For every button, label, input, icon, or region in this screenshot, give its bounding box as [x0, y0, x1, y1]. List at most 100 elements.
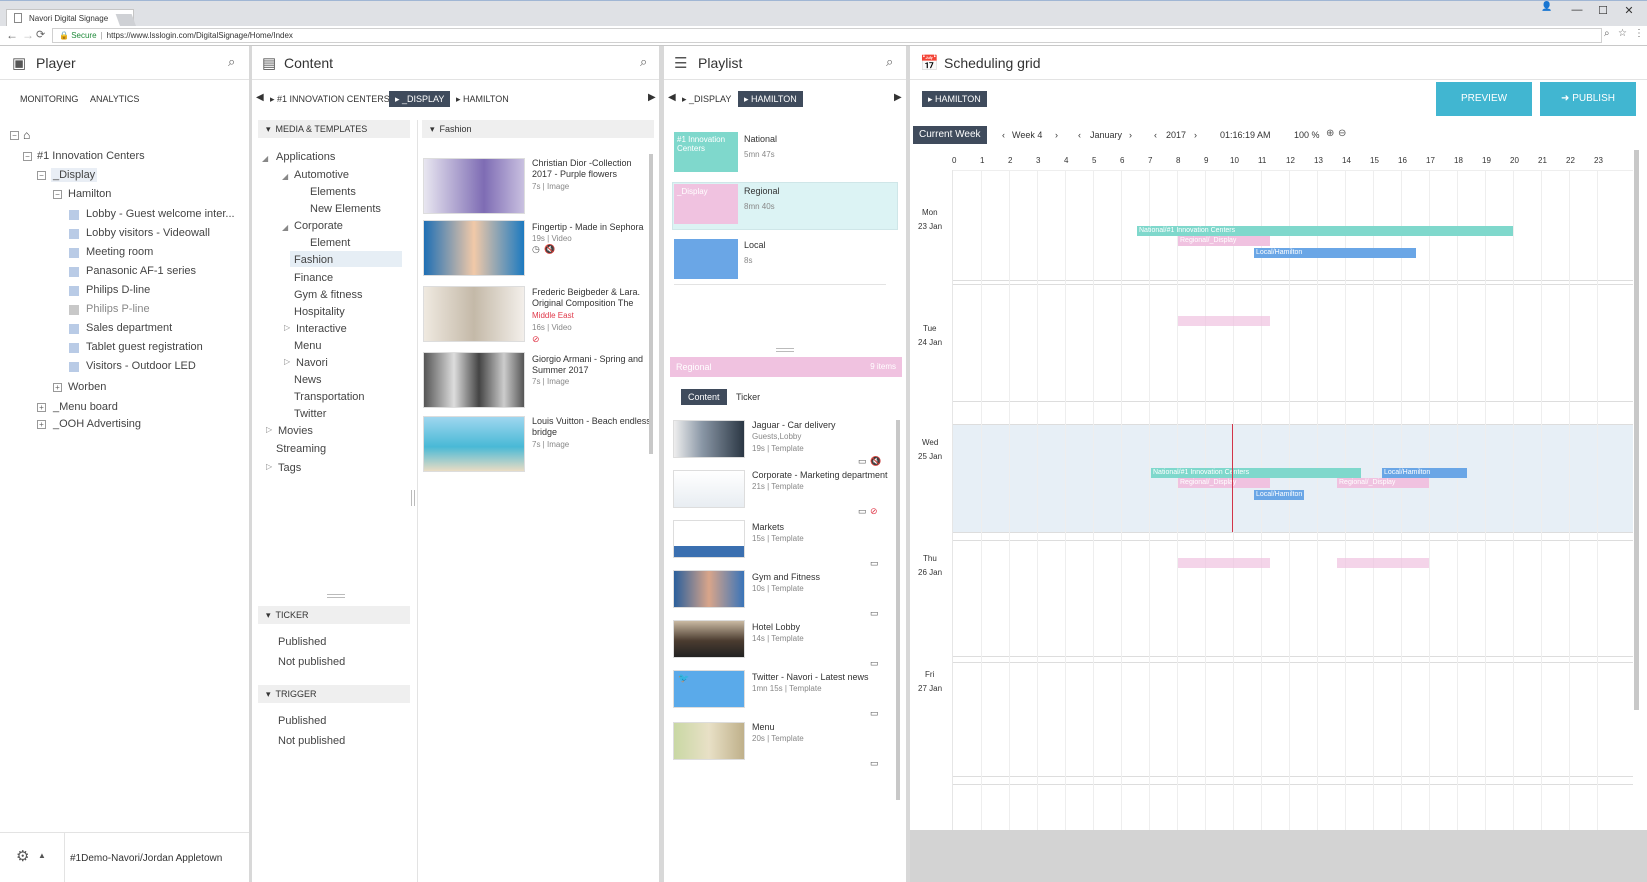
- tree-hamilton[interactable]: Hamilton: [68, 188, 111, 200]
- media-thumbnail[interactable]: [423, 416, 525, 472]
- breadcrumb-active[interactable]: ▸ HAMILTON: [738, 91, 803, 107]
- player-item[interactable]: Tablet guest registration: [86, 341, 203, 353]
- schedule-bar-regional[interactable]: Regional/_Display: [1178, 478, 1270, 488]
- tree-twitter[interactable]: Twitter: [294, 408, 326, 420]
- entry-name[interactable]: Corporate - Marketing department: [752, 470, 888, 480]
- ticker-header[interactable]: ▾ TICKER: [258, 606, 410, 624]
- tree-fashion[interactable]: Fashion: [294, 254, 333, 266]
- tree-worben[interactable]: Worben: [68, 381, 106, 393]
- breadcrumb-next-icon[interactable]: ▶: [648, 92, 656, 103]
- player-item[interactable]: Sales department: [86, 322, 172, 334]
- month-prev-icon[interactable]: ‹: [1078, 130, 1081, 140]
- entry-name[interactable]: Jaguar - Car delivery: [752, 420, 836, 430]
- menu-icon[interactable]: ⋮: [1634, 28, 1644, 39]
- reload-icon[interactable]: ⟳: [36, 28, 45, 41]
- week-next-icon[interactable]: ›: [1055, 130, 1058, 140]
- media-title[interactable]: Christian Dior -Collection: [532, 158, 632, 168]
- tab-monitoring[interactable]: MONITORING: [20, 94, 78, 104]
- search-icon[interactable]: ⌕: [228, 54, 235, 70]
- expand-toggle[interactable]: +: [53, 383, 62, 392]
- gear-icon[interactable]: ⚙: [16, 847, 29, 865]
- media-title[interactable]: Summer 2017: [532, 365, 589, 375]
- entry-name[interactable]: Markets: [752, 522, 784, 532]
- collapse-toggle[interactable]: −: [37, 171, 46, 180]
- breadcrumb-next-icon[interactable]: ▶: [894, 92, 902, 103]
- player-item[interactable]: Visitors - Outdoor LED: [86, 360, 196, 372]
- schedule-grid[interactable]: National/#1 Innovation Centers Regional/…: [952, 170, 1633, 830]
- entry-thumbnail[interactable]: [673, 620, 745, 658]
- resize-handle[interactable]: [327, 594, 345, 595]
- media-title[interactable]: Original Composition The: [532, 298, 633, 308]
- tree-tags[interactable]: Tags: [278, 462, 301, 474]
- maximize-button[interactable]: ☐: [1592, 4, 1614, 20]
- current-week-button[interactable]: Current Week: [913, 126, 987, 144]
- entry-thumbnail[interactable]: [673, 722, 745, 760]
- player-item[interactable]: Lobby - Guest welcome inter...: [86, 208, 235, 220]
- media-title[interactable]: Louis Vuitton - Beach endless: [532, 416, 651, 426]
- entry-thumbnail[interactable]: [673, 420, 745, 458]
- tree-elements[interactable]: Elements: [310, 186, 356, 198]
- tab-ticker[interactable]: Ticker: [736, 392, 760, 402]
- expand-toggle[interactable]: +: [37, 420, 46, 429]
- schedule-bar-regional[interactable]: [1178, 558, 1270, 568]
- media-thumbnail[interactable]: [423, 286, 525, 342]
- month-next-icon[interactable]: ›: [1129, 130, 1132, 140]
- collapse-toggle[interactable]: −: [53, 190, 62, 199]
- ticker-published[interactable]: Published: [278, 636, 326, 648]
- media-thumbnail[interactable]: [423, 158, 525, 214]
- tree-menu[interactable]: Menu: [294, 340, 322, 352]
- splitter-handle[interactable]: [411, 490, 412, 506]
- tree-applications[interactable]: Applications: [276, 151, 335, 163]
- tab-analytics[interactable]: ANALYTICS: [90, 94, 139, 104]
- schedule-bar-local[interactable]: Local/Hamilton: [1254, 248, 1416, 258]
- schedule-bar-regional[interactable]: [1337, 558, 1429, 568]
- forward-icon[interactable]: →: [22, 28, 34, 42]
- tree-streaming[interactable]: Streaming: [276, 443, 326, 455]
- close-window-button[interactable]: ✕: [1618, 4, 1640, 20]
- collapsed-caret-icon[interactable]: ▷: [266, 462, 272, 471]
- entry-name[interactable]: Hotel Lobby: [752, 622, 800, 632]
- year-prev-icon[interactable]: ‹: [1154, 130, 1157, 140]
- tree-movies[interactable]: Movies: [278, 425, 313, 437]
- media-thumbnail[interactable]: [423, 220, 525, 276]
- trigger-header[interactable]: ▾ TRIGGER: [258, 685, 410, 703]
- breadcrumb-item[interactable]: ▸ _DISPLAY: [682, 94, 731, 105]
- user-icon[interactable]: 👤: [1536, 1, 1558, 17]
- collapse-toggle[interactable]: −: [10, 131, 19, 140]
- ticker-not-published[interactable]: Not published: [278, 656, 345, 668]
- collapsed-caret-icon[interactable]: ▷: [284, 357, 290, 366]
- level-name[interactable]: Regional: [744, 186, 780, 196]
- browser-tab[interactable]: Navori Digital Signage ×: [6, 9, 134, 27]
- year-next-icon[interactable]: ›: [1194, 130, 1197, 140]
- media-thumbnail[interactable]: [423, 352, 525, 408]
- tree-element[interactable]: Element: [310, 237, 350, 249]
- zoom-in-icon[interactable]: ⊕: [1326, 128, 1334, 139]
- tree-root[interactable]: #1 Innovation Centers: [37, 150, 145, 162]
- breadcrumb-active[interactable]: ▸ HAMILTON: [922, 91, 987, 107]
- player-item[interactable]: Meeting room: [86, 246, 153, 258]
- level-name[interactable]: Local: [744, 240, 766, 250]
- entry-name[interactable]: Gym and Fitness: [752, 572, 820, 582]
- schedule-bar-local[interactable]: Local/Hamilton: [1254, 490, 1304, 500]
- week-prev-icon[interactable]: ‹: [1002, 130, 1005, 140]
- media-title[interactable]: bridge: [532, 427, 557, 437]
- collapsed-caret-icon[interactable]: ▷: [284, 323, 290, 332]
- tree-new-elements[interactable]: New Elements: [310, 203, 381, 215]
- schedule-bar-regional[interactable]: [1178, 316, 1270, 326]
- breadcrumb-active[interactable]: ▸ _DISPLAY: [389, 91, 451, 107]
- media-templates-header[interactable]: ▾ MEDIA & TEMPLATES: [258, 120, 410, 138]
- expanded-caret-icon[interactable]: ◢: [282, 172, 288, 181]
- tree-corporate[interactable]: Corporate: [294, 220, 343, 232]
- entry-thumbnail[interactable]: [673, 470, 745, 508]
- trigger-published[interactable]: Published: [278, 715, 326, 727]
- caret-up-icon[interactable]: ▲: [38, 851, 46, 860]
- url-field[interactable]: 🔒 Secure | https://www.lsslogin.com/Digita…: [52, 28, 1602, 43]
- tab-content[interactable]: Content: [681, 389, 727, 405]
- breadcrumb-item[interactable]: ▸ HAMILTON: [456, 94, 509, 105]
- level-name[interactable]: National: [744, 134, 777, 144]
- tree-navori[interactable]: Navori: [296, 357, 328, 369]
- tree-ooh[interactable]: _OOH Advertising: [53, 418, 141, 430]
- media-title[interactable]: Frederic Beigbeder & Lara.: [532, 287, 640, 297]
- tree-finance[interactable]: Finance: [294, 272, 333, 284]
- entry-thumbnail[interactable]: [673, 570, 745, 608]
